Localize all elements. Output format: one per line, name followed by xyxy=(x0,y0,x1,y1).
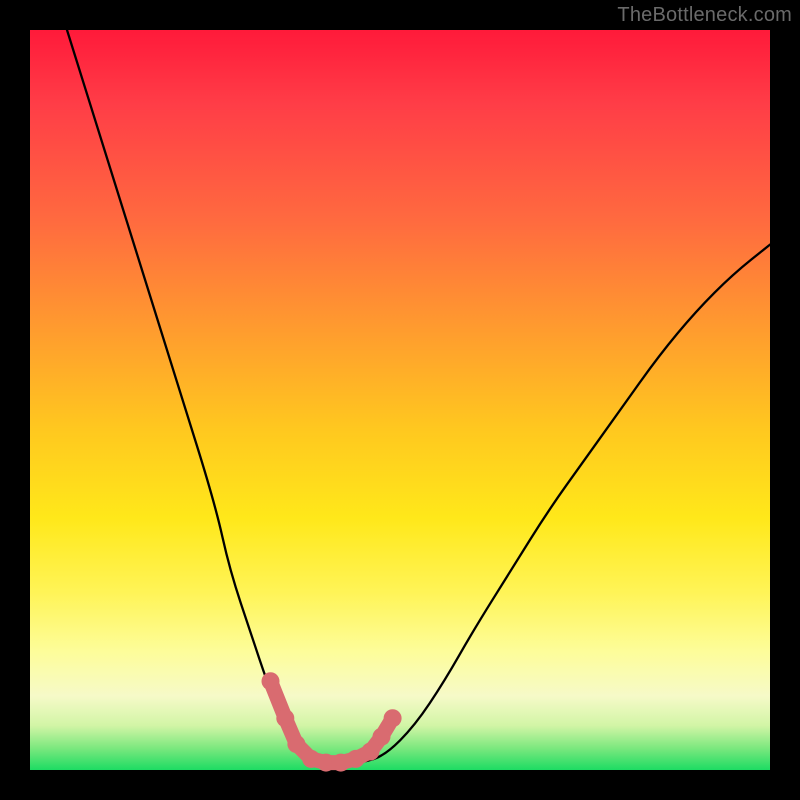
marked-point xyxy=(361,743,379,761)
marked-point xyxy=(262,672,280,690)
marked-point xyxy=(384,709,402,727)
watermark-text: TheBottleneck.com xyxy=(617,4,792,27)
bottleneck-curve xyxy=(67,30,770,763)
chart-frame: TheBottleneck.com xyxy=(0,0,800,800)
plot-area xyxy=(30,30,770,770)
marked-point xyxy=(276,709,294,727)
curve-svg xyxy=(30,30,770,770)
marked-point xyxy=(373,728,391,746)
marked-point xyxy=(287,735,305,753)
